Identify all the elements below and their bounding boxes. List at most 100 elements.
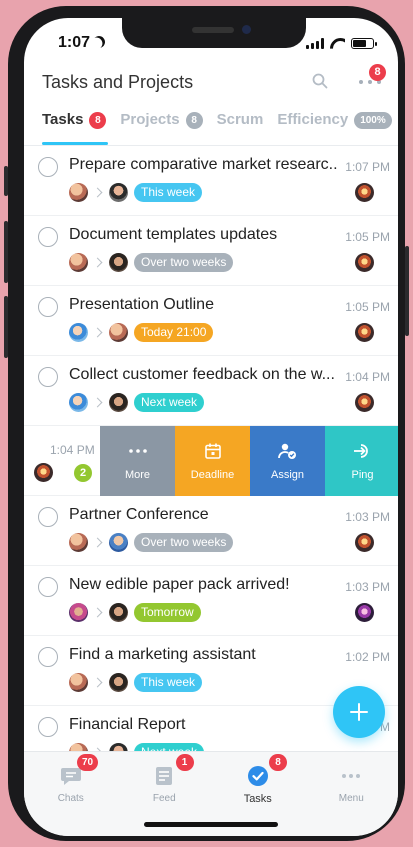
task-row[interactable]: New edible paper pack arrived! 1:03 PM T… — [24, 566, 398, 636]
task-meta: Next week — [69, 392, 205, 412]
action-label: Ping — [351, 468, 374, 481]
tab-label: Projects — [120, 111, 180, 128]
nav-label: Chats — [57, 793, 84, 804]
task-time: 1:07 PM — [345, 160, 390, 174]
deadline-action-button[interactable]: Deadline — [175, 426, 250, 496]
mute-switch — [4, 166, 8, 196]
owner-avatar — [355, 393, 374, 412]
owner-avatar — [355, 253, 374, 272]
signal-icon — [306, 38, 324, 49]
task-checkbox[interactable] — [38, 577, 58, 597]
chevron-right-icon — [92, 257, 103, 267]
swiped-task-row[interactable]: 1:04 PM 2 More Deadline Assign Ping — [24, 426, 398, 496]
power-button — [405, 246, 409, 336]
deadline-badge[interactable]: Tomorrow — [134, 602, 201, 622]
responsible-avatar — [109, 252, 128, 272]
task-title: Presentation Outline — [69, 296, 214, 313]
task-title: Prepare comparative market researc... — [69, 156, 337, 173]
tasks-check-icon — [247, 766, 268, 786]
task-title: Financial Report — [69, 716, 186, 733]
deadline-badge[interactable]: Today 21:00 — [134, 322, 214, 342]
deadline-badge[interactable]: This week — [134, 672, 203, 692]
task-meta: Over two weeks — [69, 532, 234, 552]
chevron-right-icon — [92, 607, 103, 617]
volume-up-button — [4, 221, 8, 283]
nav-label: Menu — [338, 793, 364, 804]
task-meta: Tomorrow — [69, 602, 201, 622]
task-row[interactable]: Collect customer feedback on the w... 1:… — [24, 356, 398, 426]
task-meta: Today 21:00 — [69, 322, 214, 342]
creator-avatar — [69, 322, 88, 342]
task-checkbox[interactable] — [38, 297, 58, 317]
speaker — [192, 27, 234, 33]
moon-icon — [91, 34, 107, 50]
front-camera — [242, 25, 251, 34]
creator-avatar — [69, 602, 88, 622]
notifications-badge: 8 — [369, 64, 386, 81]
chevron-right-icon — [92, 677, 103, 687]
nav-item-menu[interactable]: Menu — [305, 752, 399, 836]
creator-avatar — [69, 532, 88, 552]
task-time: 1:04 PM — [50, 443, 95, 457]
task-checkbox[interactable] — [38, 507, 58, 527]
comment-count-badge: 2 — [74, 464, 92, 482]
deadline-badge[interactable]: Over two weeks — [134, 532, 234, 552]
task-title: New edible paper pack arrived! — [69, 576, 290, 593]
notch — [122, 18, 306, 48]
calendar-icon — [203, 442, 223, 460]
ping-action-button[interactable]: Ping — [325, 426, 398, 496]
task-checkbox[interactable] — [38, 647, 58, 667]
responsible-avatar — [109, 602, 128, 622]
creator-avatar — [69, 392, 88, 412]
deadline-badge[interactable]: Next week — [134, 392, 205, 412]
task-checkbox[interactable] — [38, 367, 58, 387]
task-title: Partner Conference — [69, 506, 209, 523]
more-action-button[interactable]: More — [100, 426, 175, 496]
tab-bar: Tasks 8 Projects 8 Scrum Efficiency 100% — [42, 111, 392, 145]
tab-label: Tasks — [42, 111, 84, 128]
search-icon[interactable] — [312, 73, 328, 89]
deadline-badge[interactable]: Over two weeks — [134, 252, 234, 272]
task-meta: This week — [69, 672, 203, 692]
tab-scrum[interactable]: Scrum — [217, 111, 264, 145]
tab-badge: 8 — [185, 112, 203, 129]
add-task-button[interactable] — [333, 686, 385, 738]
task-time: 1:04 PM — [345, 370, 390, 384]
task-meta: This week — [69, 182, 203, 202]
menu-icon — [342, 774, 361, 778]
action-label: More — [124, 468, 151, 481]
task-time: 1:05 PM — [345, 300, 390, 314]
battery-icon — [351, 38, 377, 49]
responsible-avatar — [109, 182, 128, 202]
tab-badge: 100% — [354, 112, 392, 129]
task-row[interactable]: Presentation Outline 1:05 PM Today 21:00 — [24, 286, 398, 356]
nav-badge: 70 — [77, 754, 99, 771]
task-row[interactable]: Document templates updates 1:05 PM Over … — [24, 216, 398, 286]
task-row[interactable]: Prepare comparative market researc... 1:… — [24, 146, 398, 216]
chevron-right-icon — [92, 537, 103, 547]
task-checkbox[interactable] — [38, 717, 58, 737]
tab-efficiency[interactable]: Efficiency 100% — [277, 111, 392, 145]
home-indicator — [144, 822, 278, 827]
chevron-right-icon — [92, 327, 103, 337]
status-icons — [306, 38, 377, 49]
assign-action-button[interactable]: Assign — [250, 426, 325, 496]
task-row[interactable]: Partner Conference 1:03 PM Over two week… — [24, 496, 398, 566]
assign-icon — [277, 442, 298, 460]
action-label: Deadline — [190, 468, 235, 481]
owner-avatar — [355, 183, 374, 202]
nav-badge: 8 — [269, 754, 287, 771]
task-list: Prepare comparative market researc... 1:… — [24, 146, 398, 776]
task-time: 1:05 PM — [345, 230, 390, 244]
tab-projects[interactable]: Projects 8 — [120, 111, 203, 145]
task-checkbox[interactable] — [38, 227, 58, 247]
nav-item-chats[interactable]: 70 Chats — [24, 752, 118, 836]
status-time: 1:07 — [58, 34, 105, 52]
deadline-badge[interactable]: This week — [134, 182, 203, 202]
chevron-right-icon — [92, 397, 103, 407]
tab-tasks[interactable]: Tasks 8 — [42, 111, 109, 145]
task-time: 1:03 PM — [345, 580, 390, 594]
task-checkbox[interactable] — [38, 157, 58, 177]
task-time: 1:02 PM — [345, 650, 390, 664]
nav-badge: 1 — [175, 754, 194, 771]
